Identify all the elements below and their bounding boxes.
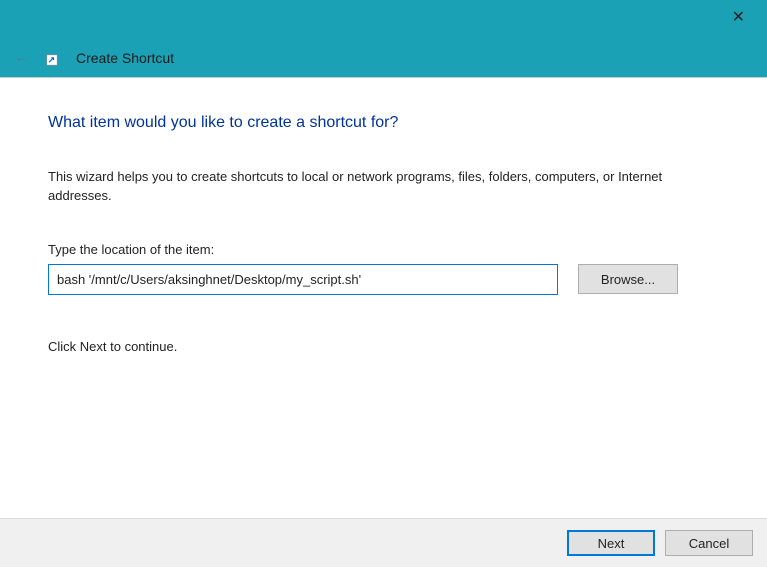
- shortcut-icon: [46, 54, 58, 66]
- titlebar: ✕ ← Create Shortcut: [0, 0, 767, 78]
- wizard-content: What item would you like to create a sho…: [0, 78, 767, 518]
- location-row: Browse...: [48, 264, 719, 295]
- browse-button[interactable]: Browse...: [578, 264, 678, 294]
- back-arrow-icon[interactable]: ←: [14, 49, 28, 65]
- location-input[interactable]: [48, 264, 558, 295]
- wizard-heading: What item would you like to create a sho…: [48, 114, 719, 132]
- next-button[interactable]: Next: [567, 530, 655, 556]
- title-row: ← Create Shortcut: [14, 48, 174, 64]
- wizard-description: This wizard helps you to create shortcut…: [48, 168, 708, 206]
- close-icon[interactable]: ✕: [732, 10, 745, 26]
- location-label: Type the location of the item:: [48, 242, 719, 257]
- wizard-footer: Next Cancel: [0, 518, 767, 567]
- continue-instruction: Click Next to continue.: [48, 339, 719, 354]
- window-title: Create Shortcut: [76, 50, 174, 66]
- cancel-button[interactable]: Cancel: [665, 530, 753, 556]
